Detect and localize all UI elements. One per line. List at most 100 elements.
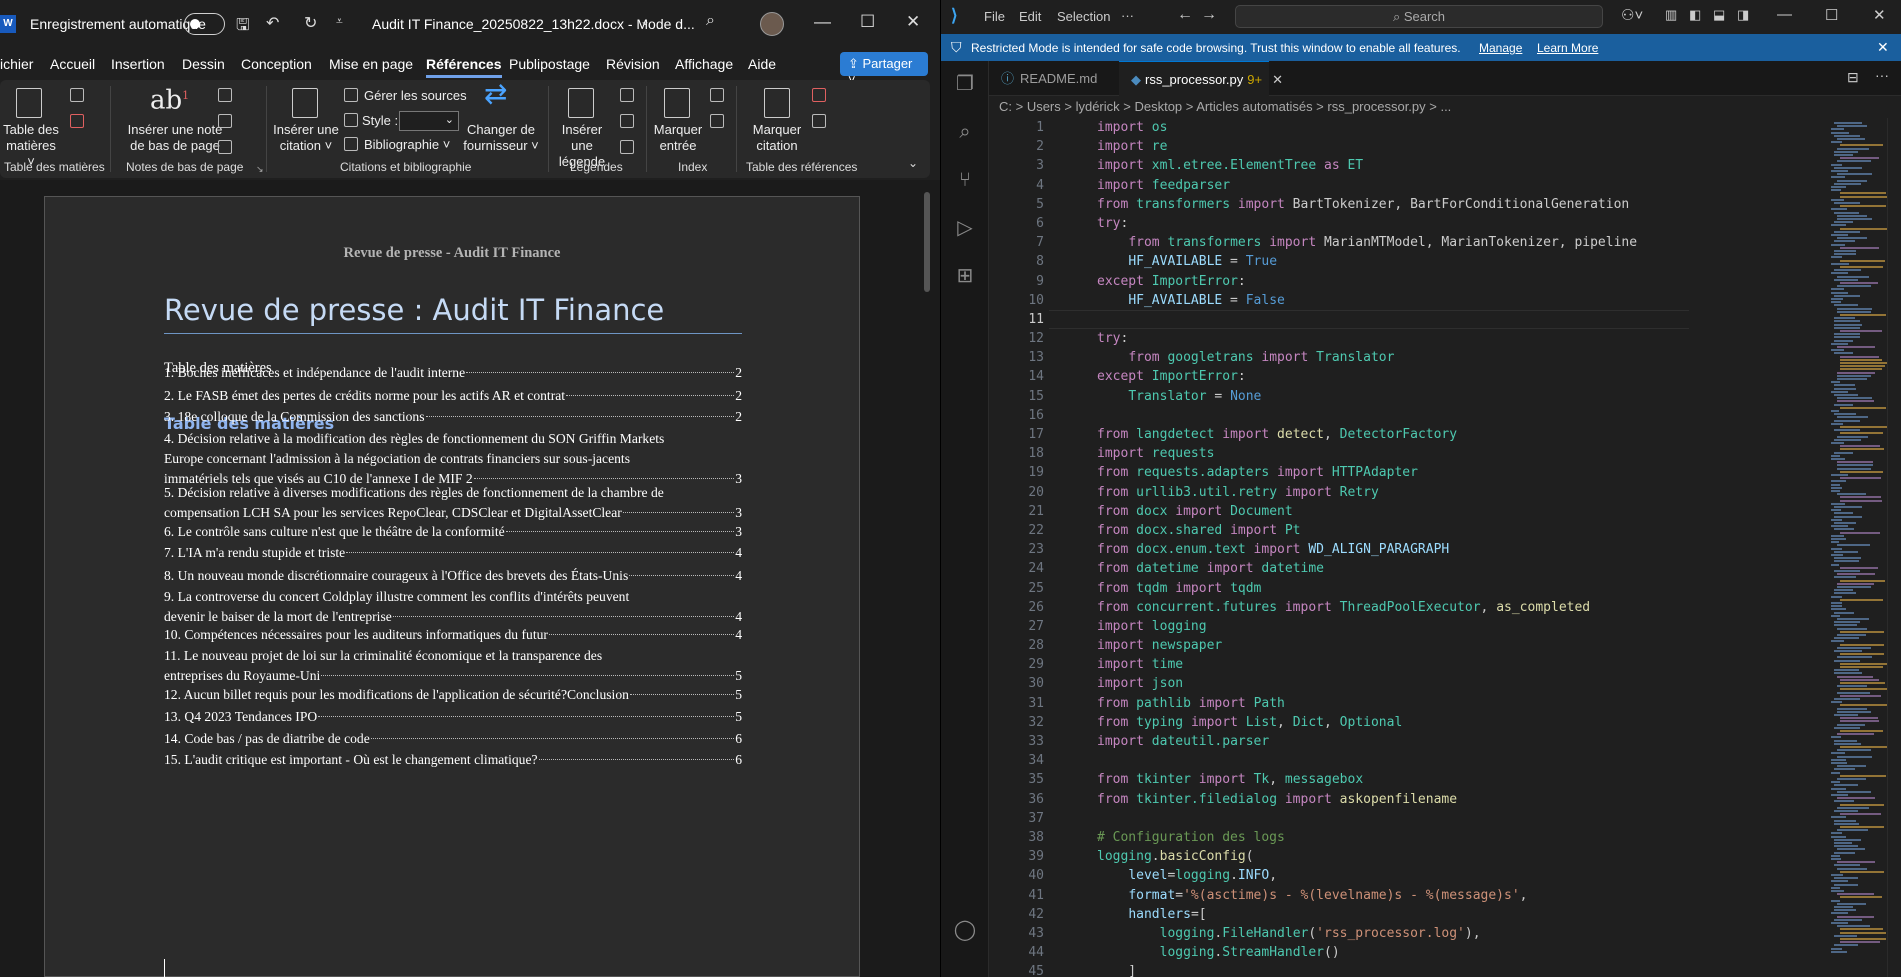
toggle-secondary-sidebar-icon[interactable]: ◨	[1737, 7, 1749, 23]
menu-file[interactable]: File	[984, 9, 1005, 24]
code-line[interactable]: from urllib3.util.retry import Retry	[1097, 483, 1747, 502]
code-line[interactable]: from pathlib import Path	[1097, 694, 1747, 713]
insert-table-of-authorities-icon[interactable]	[812, 88, 826, 102]
tab-publipostage[interactable]: Publipostage	[509, 56, 590, 72]
toc-entry[interactable]: 1. Boches inefficaces et indépendance de…	[164, 363, 742, 383]
toc-entry[interactable]: 5. Décision relative à diverses modifica…	[164, 483, 742, 523]
share-button[interactable]: ⇪ Partager ˅	[840, 52, 928, 87]
code-line[interactable]	[1097, 406, 1747, 425]
update-index-icon[interactable]	[710, 114, 724, 128]
style-dropdown[interactable]: ⌄	[399, 111, 459, 131]
insert-index-icon[interactable]	[710, 88, 724, 102]
code-line[interactable]: logging.basicConfig(	[1097, 847, 1747, 866]
show-notes-icon[interactable]	[218, 140, 232, 154]
update-table-of-authorities-icon[interactable]	[812, 114, 826, 128]
code-line[interactable]: from tkinter.filedialog import askopenfi…	[1097, 790, 1747, 809]
toc-entry[interactable]: 3. 18e colloque de la Commission des san…	[164, 407, 742, 427]
manage-sources-button[interactable]: Gérer les sources	[364, 88, 467, 104]
code-line[interactable]: try:	[1097, 329, 1747, 348]
tab-readme[interactable]: ⓘ README.md	[989, 61, 1119, 96]
code-line[interactable]: logging.StreamHandler()	[1097, 943, 1747, 962]
tab-rss-processor[interactable]: ◆ rss_processor.py 9+ ✕	[1119, 61, 1283, 96]
code-line[interactable]: from datetime import datetime	[1097, 559, 1747, 578]
command-center-search[interactable]: ⌕ Search	[1235, 5, 1603, 28]
insert-citation-button[interactable]: Insérer une citation ˅	[272, 122, 340, 154]
close-icon[interactable]: ✕	[1873, 6, 1886, 24]
next-footnote-icon[interactable]	[218, 114, 232, 128]
code-line[interactable]: import re	[1097, 137, 1747, 156]
toc-entry[interactable]: 8. Un nouveau monde discrétionnaire cour…	[164, 566, 742, 586]
tab-aide[interactable]: Aide	[748, 56, 776, 72]
manage-link[interactable]: Manage	[1479, 41, 1522, 55]
minimize-icon[interactable]: —	[814, 12, 831, 32]
undo-icon[interactable]: ↶	[266, 13, 279, 33]
source-control-icon[interactable]: ⑂	[952, 167, 978, 193]
learn-more-link[interactable]: Learn More	[1537, 41, 1598, 55]
minimap[interactable]	[1827, 118, 1888, 977]
mark-citation-button[interactable]: Marquer citation	[748, 122, 806, 154]
code-line[interactable]: try:	[1097, 214, 1747, 233]
split-editor-icon[interactable]: ⊟	[1847, 69, 1859, 86]
code-line[interactable]: import os	[1097, 118, 1747, 137]
toc-entry[interactable]: 13. Q4 2023 Tendances IPO 5	[164, 707, 742, 727]
tab-mise-en-page[interactable]: Mise en page	[329, 56, 413, 72]
code-line[interactable]: Translator = None	[1097, 387, 1747, 406]
close-icon[interactable]: ✕	[906, 12, 920, 32]
back-arrow-icon[interactable]: ←	[1177, 6, 1193, 24]
tab-conception[interactable]: Conception	[241, 56, 312, 72]
tab-revision[interactable]: Révision	[606, 56, 660, 72]
chevron-down-icon[interactable]: ⌄	[640, 14, 650, 28]
toc-entry[interactable]: 9. La controverse du concert Coldplay il…	[164, 587, 742, 627]
code-line[interactable]	[1097, 310, 1747, 329]
collapse-ribbon-icon[interactable]: ⌄	[908, 156, 918, 170]
tab-dessin[interactable]: Dessin	[182, 56, 225, 72]
tab-fichier[interactable]: ichier	[0, 56, 33, 72]
accounts-icon[interactable]: ◯	[952, 917, 978, 943]
code-line[interactable]: import requests	[1097, 444, 1747, 463]
tab-affichage[interactable]: Affichage	[675, 56, 733, 72]
search-icon[interactable]: ⌕	[706, 12, 715, 30]
code-line[interactable]: from docx import Document	[1097, 502, 1747, 521]
code-line[interactable]: import feedparser	[1097, 176, 1747, 195]
tab-insertion[interactable]: Insertion	[111, 56, 165, 72]
code-line[interactable]: handlers=[	[1097, 905, 1747, 924]
code-line[interactable]: from docx.enum.text import WD_ALIGN_PARA…	[1097, 540, 1747, 559]
code-line[interactable]: import json	[1097, 674, 1747, 693]
toc-entry[interactable]: 2. Le FASB émet des pertes de crédits no…	[164, 386, 742, 406]
document-scrollbar[interactable]	[924, 192, 930, 292]
close-icon[interactable]: ✕	[1877, 39, 1889, 56]
toggle-sidebar-icon[interactable]: ◧	[1689, 7, 1701, 23]
menu-selection[interactable]: Selection	[1057, 9, 1110, 24]
code-line[interactable]: import xml.etree.ElementTree as ET	[1097, 156, 1747, 175]
add-text-icon[interactable]	[70, 88, 84, 102]
code-line[interactable]: from transformers import BartTokenizer, …	[1097, 195, 1747, 214]
toc-entry[interactable]: 6. Le contrôle sans culture n'est que le…	[164, 522, 742, 542]
code-line[interactable]: import dateutil.parser	[1097, 732, 1747, 751]
document-page[interactable]: Revue de presse - Audit IT Finance Revue…	[44, 196, 860, 977]
tab-accueil[interactable]: Accueil	[50, 56, 95, 72]
code-line[interactable]: level=logging.INFO,	[1097, 866, 1747, 885]
code-line[interactable]: import time	[1097, 655, 1747, 674]
code-line[interactable]: from docx.shared import Pt	[1097, 521, 1747, 540]
code-line[interactable]	[1097, 751, 1747, 770]
toc-entry[interactable]: 15. L'audit critique est important - Où …	[164, 750, 742, 770]
code-line[interactable]: from transformers import MarianMTModel, …	[1097, 233, 1747, 252]
save-icon[interactable]: 🖫	[236, 14, 250, 41]
code-line[interactable]: except ImportError:	[1097, 367, 1747, 386]
insert-footnote-button[interactable]: Insérer une note de bas de page	[120, 122, 230, 154]
code-line[interactable]: logging.FileHandler('rss_processor.log')…	[1097, 924, 1747, 943]
toc-entry[interactable]: 10. Compétences nécessaires pour les aud…	[164, 625, 742, 645]
close-tab-icon[interactable]: ✕	[1272, 72, 1283, 87]
breadcrumb[interactable]: C: > Users > lydérick > Desktop > Articl…	[999, 96, 1451, 118]
update-table-icon[interactable]	[620, 114, 634, 128]
search-icon[interactable]: ⌕	[952, 119, 978, 145]
autosave-toggle[interactable]	[184, 13, 225, 35]
editor-scrollbar[interactable]	[1887, 118, 1901, 977]
change-provider-button[interactable]: Changer de fournisseur ˅	[462, 122, 540, 154]
insert-endnote-icon[interactable]	[218, 88, 232, 102]
code-line[interactable]: import logging	[1097, 617, 1747, 636]
cross-reference-icon[interactable]	[620, 140, 634, 154]
code-line[interactable]: from tkinter import Tk, messagebox	[1097, 770, 1747, 789]
code-editor[interactable]: 1 2 3 4 5 6 7 8 9 10 11 12 13 14 15 16 17 18 19 20 21 22 23 24 2…	[989, 118, 1901, 977]
avatar[interactable]	[760, 12, 784, 36]
